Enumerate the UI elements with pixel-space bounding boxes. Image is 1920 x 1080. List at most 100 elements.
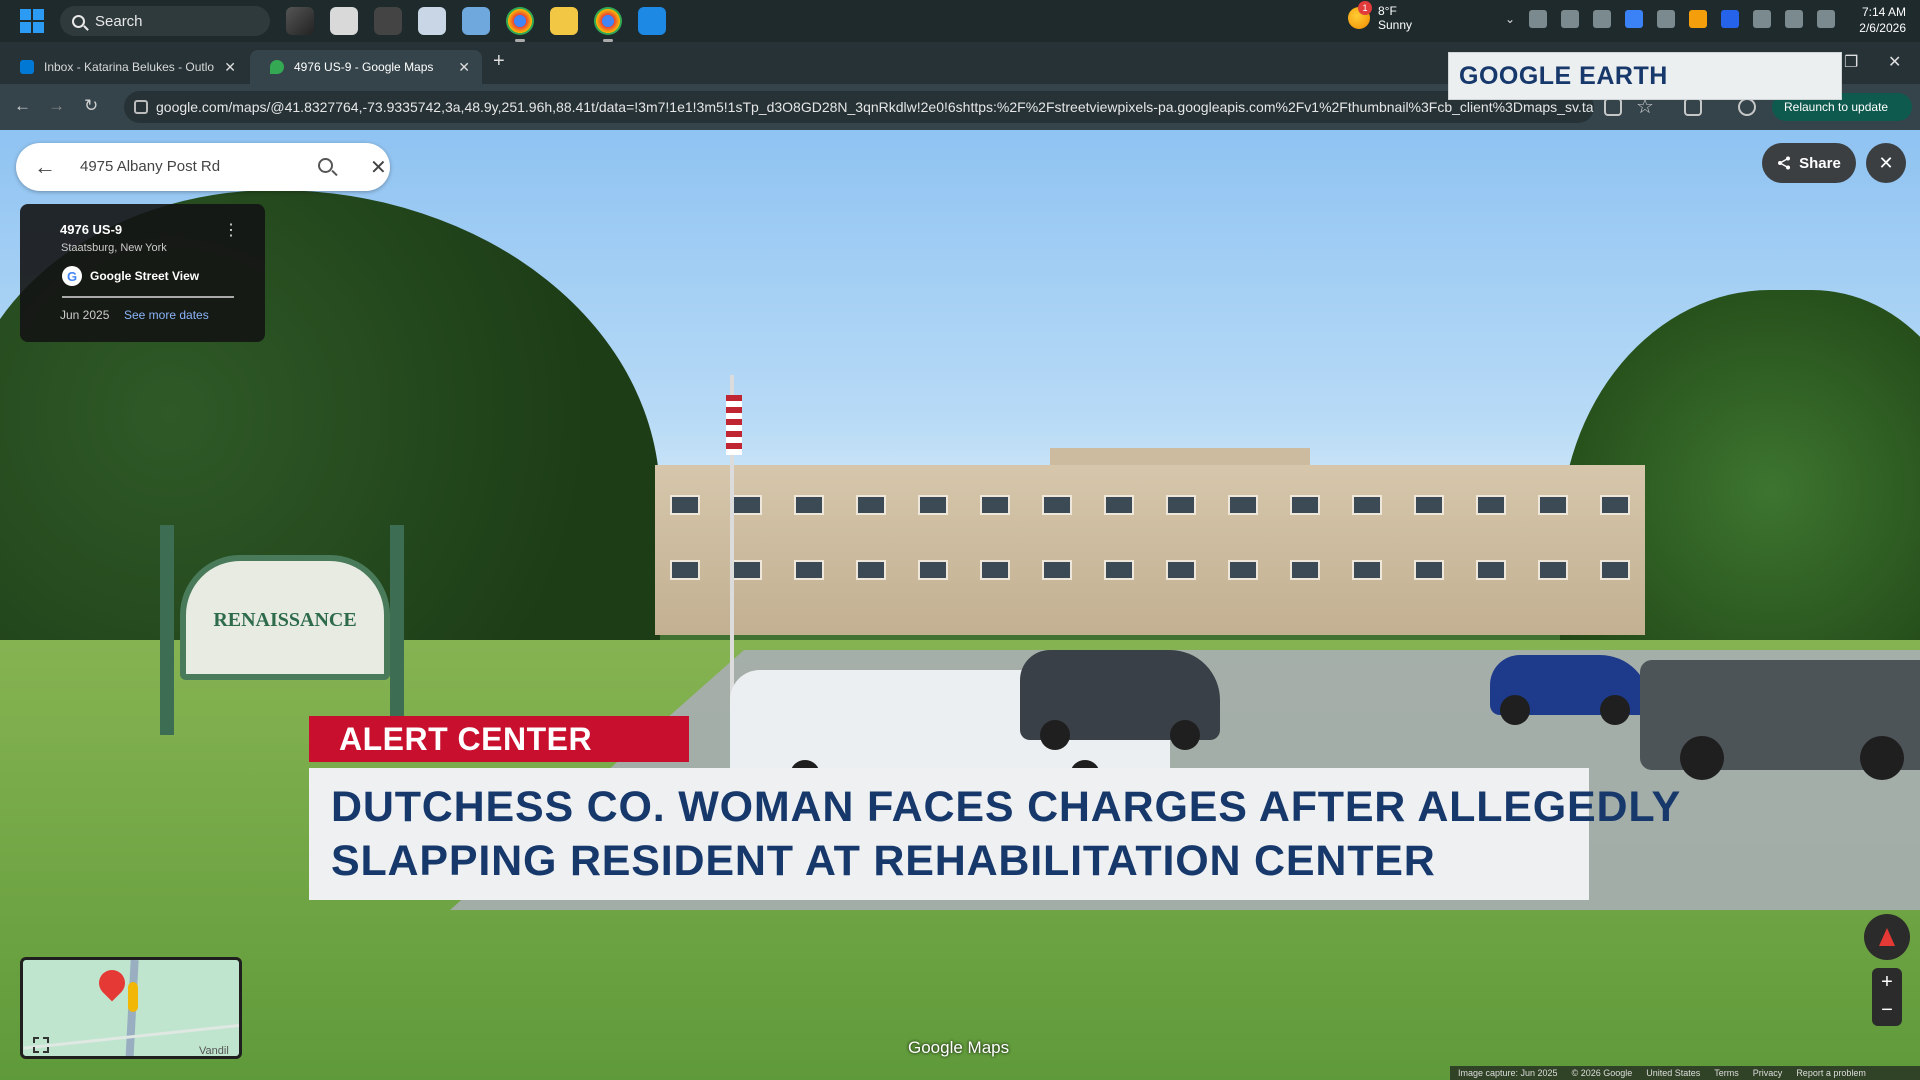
back-icon[interactable]: ← — [14, 96, 31, 116]
globe-icon[interactable] — [1753, 10, 1772, 28]
share-label: Share — [1799, 154, 1841, 172]
location-pin-icon — [93, 964, 131, 1002]
outlook-icon — [20, 60, 34, 74]
chrome-profile-icon[interactable] — [594, 7, 622, 42]
forward-icon[interactable]: → — [48, 96, 65, 116]
tray-app-icon-1[interactable] — [1529, 10, 1548, 28]
search-input[interactable]: 4975 Albany Post Rd — [80, 158, 220, 175]
image-capture-label: Image capture: Jun 2025 — [1458, 1068, 1558, 1078]
weather-condition: Sunny — [1378, 18, 1413, 32]
profile-icon[interactable] — [1738, 98, 1756, 116]
maps-icon — [270, 60, 284, 74]
maps-footer: Image capture: Jun 2025 © 2026 Google Un… — [1450, 1066, 1920, 1080]
pen-app-icon[interactable] — [286, 7, 314, 35]
building-windows — [670, 495, 1630, 605]
see-more-dates-link[interactable]: See more dates — [124, 308, 209, 322]
windows-start-icon[interactable] — [20, 9, 44, 33]
site-info-icon[interactable] — [134, 100, 148, 114]
google-earth-overlay: GOOGLE EARTH — [1448, 52, 1842, 100]
headline-line-1: DUTCHESS CO. WOMAN FACES CHARGES AFTER A… — [331, 783, 1681, 831]
more-vertical-icon[interactable]: ⋮ — [223, 220, 239, 240]
alert-center-tag: ALERT CENTER — [309, 716, 689, 762]
region-label[interactable]: United States — [1646, 1068, 1700, 1078]
tray-app-icon-3[interactable] — [1593, 10, 1612, 28]
system-tray: ⌄ — [1505, 10, 1836, 28]
taskbar-search[interactable]: Search — [60, 6, 270, 36]
expand-icon[interactable] — [33, 1037, 49, 1053]
google-maps-watermark: Google Maps — [908, 1038, 1010, 1057]
gray-jeep — [1640, 660, 1920, 780]
back-arrow-icon[interactable]: ← — [34, 154, 56, 180]
pegman-icon — [128, 982, 138, 1012]
taskbar-search-label: Search — [95, 12, 143, 30]
news-headline: DUTCHESS CO. WOMAN FACES CHARGES AFTER A… — [309, 768, 1681, 900]
privacy-link[interactable]: Privacy — [1753, 1068, 1783, 1078]
file-explorer-icon[interactable] — [550, 7, 578, 35]
tray-app-icon-4[interactable] — [1625, 10, 1644, 28]
relaunch-label: Relaunch to update — [1784, 100, 1889, 114]
sign-text: RENAISSANCE — [180, 555, 390, 680]
zoom-control: + − — [1872, 968, 1902, 1026]
tray-app-icon-2[interactable] — [1561, 10, 1580, 28]
dark-car — [1020, 650, 1220, 750]
taskbar-apps — [286, 7, 666, 42]
widget-app-icon[interactable] — [374, 7, 402, 35]
tray-app-icon-5[interactable] — [1689, 10, 1708, 28]
install-app-icon[interactable] — [1604, 98, 1622, 116]
zoom-out-icon[interactable]: − — [1872, 996, 1902, 1024]
minimap-label: Vandil — [199, 1045, 229, 1057]
new-tab-icon[interactable]: + — [493, 50, 505, 73]
copyright-label: © 2026 Google — [1571, 1068, 1633, 1078]
url-text: google.com/maps/@41.8327764,-73.9335742,… — [156, 99, 1594, 115]
weather-widget[interactable]: 1 8°F Sunny — [1348, 1, 1413, 32]
word-icon[interactable] — [1721, 10, 1740, 28]
restore-icon[interactable]: ❐ — [1844, 52, 1858, 72]
task-view-icon[interactable] — [330, 7, 358, 35]
blue-car — [1490, 655, 1650, 725]
search-icon — [72, 14, 85, 28]
minimap[interactable]: Vandil — [20, 957, 242, 1059]
close-window-icon[interactable]: ✕ — [1888, 52, 1901, 72]
maps-search-box[interactable]: ← 4975 Albany Post Rd ✕ — [16, 143, 390, 191]
compass-icon[interactable] — [1864, 914, 1910, 960]
usb-icon[interactable] — [1657, 10, 1676, 28]
media-player-icon[interactable] — [638, 7, 666, 35]
close-street-view-button[interactable]: ✕ — [1866, 143, 1906, 183]
windows-taskbar: Search 1 8°F Sunny ⌄ 7:14 AM 2/6/2026 — [0, 0, 1920, 42]
share-icon — [1778, 156, 1791, 170]
tab-google-maps[interactable]: 4976 US-9 - Google Maps ✕ — [250, 50, 482, 84]
clock-date: 2/6/2026 — [1859, 21, 1906, 35]
terms-link[interactable]: Terms — [1714, 1068, 1739, 1078]
google-logo-icon: G — [62, 266, 82, 286]
side-panel-icon[interactable] — [1684, 98, 1702, 116]
weather-temp: 8°F — [1378, 4, 1397, 18]
weather-badge: 1 — [1358, 1, 1372, 15]
divider — [62, 296, 234, 298]
close-icon[interactable]: ✕ — [370, 155, 387, 180]
tab-label: Inbox - Katarina Belukes - Outlo — [44, 60, 215, 74]
street-view-panorama[interactable]: RENAISSANCE — [0, 130, 1920, 1080]
volume-mute-icon[interactable] — [1817, 10, 1836, 28]
taskbar-clock[interactable]: 7:14 AM 2/6/2026 — [1859, 4, 1906, 36]
clock-time: 7:14 AM — [1861, 5, 1906, 19]
snipping-app-icon[interactable] — [418, 7, 446, 35]
place-subtitle: Staatsburg, New York — [61, 242, 167, 254]
search-icon[interactable] — [318, 158, 333, 173]
chrome-icon[interactable] — [506, 7, 534, 42]
source-label: Google Street View — [90, 269, 200, 283]
google-earth-label: GOOGLE EARTH — [1459, 61, 1668, 90]
reload-icon[interactable]: ↻ — [84, 96, 98, 116]
address-bar[interactable]: google.com/maps/@41.8327764,-73.9335742,… — [124, 91, 1594, 123]
american-flag — [726, 395, 742, 455]
share-button[interactable]: Share — [1762, 143, 1856, 183]
sun-icon: 1 — [1348, 1, 1372, 29]
chevron-down-icon[interactable]: ⌄ — [1505, 12, 1515, 26]
close-tab-icon[interactable]: ✕ — [458, 59, 470, 76]
street-view-info-card: 4976 US-9 Staatsburg, New York ⋮ G Googl… — [20, 204, 265, 342]
report-problem-link[interactable]: Report a problem — [1796, 1068, 1866, 1078]
tab-outlook[interactable]: Inbox - Katarina Belukes - Outlo ✕ — [0, 50, 248, 84]
close-tab-icon[interactable]: ✕ — [224, 59, 236, 76]
display-icon[interactable] — [1785, 10, 1804, 28]
zoom-in-icon[interactable]: + — [1872, 968, 1902, 996]
animal-app-icon[interactable] — [462, 7, 490, 35]
